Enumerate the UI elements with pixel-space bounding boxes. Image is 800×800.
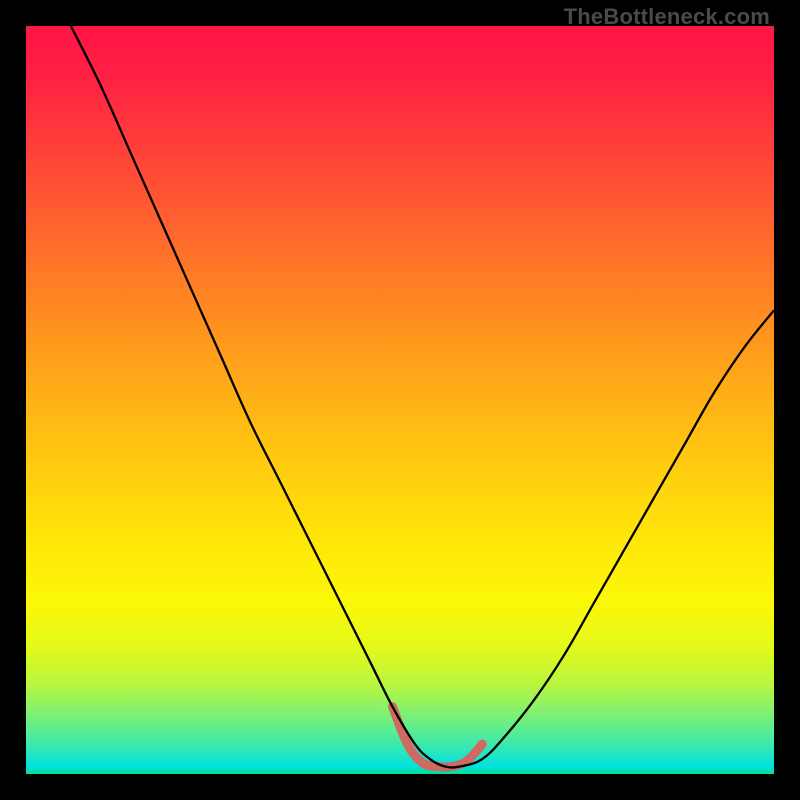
watermark-text: TheBottleneck.com (564, 4, 770, 30)
curve-layer (26, 26, 774, 774)
bottleneck-curve (71, 26, 774, 768)
flat-bottom-highlight (393, 707, 483, 768)
chart-frame: TheBottleneck.com (0, 0, 800, 800)
plot-area (26, 26, 774, 774)
